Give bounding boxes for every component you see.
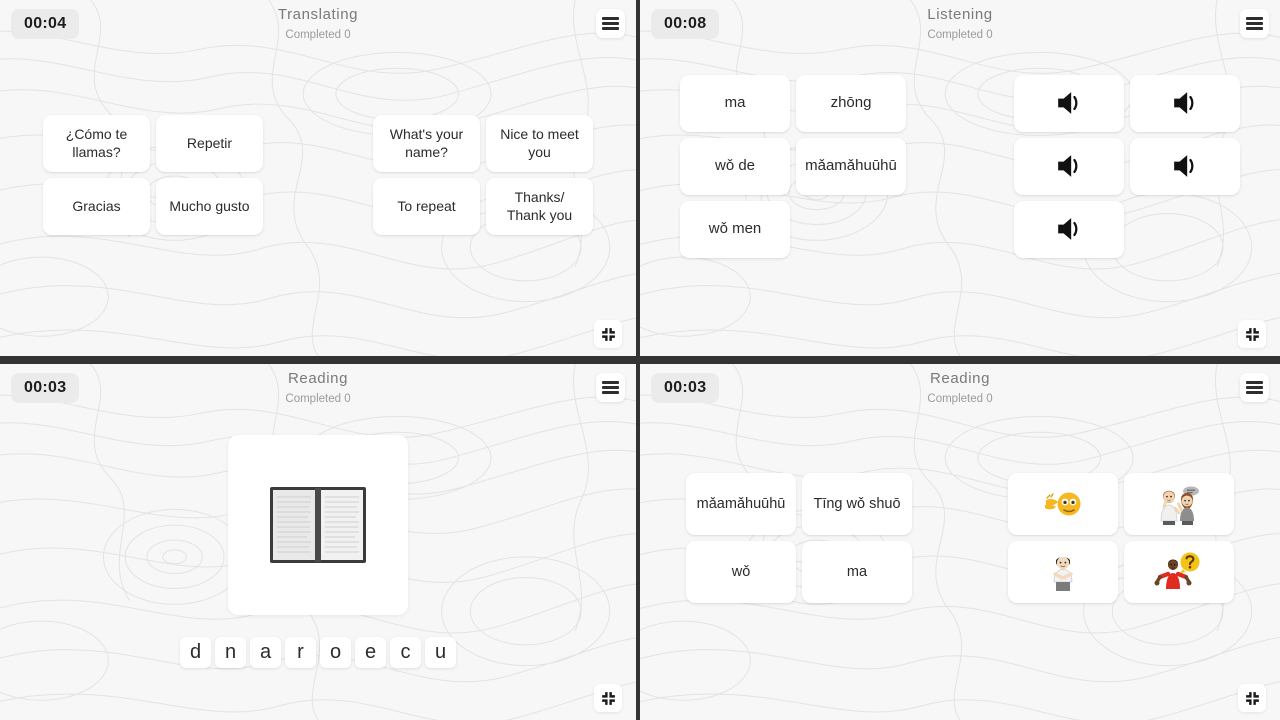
two-women-talking-emoji	[1160, 486, 1199, 525]
audio-card[interactable]	[1130, 74, 1240, 132]
word-card[interactable]: mǎamǎhuūhū	[686, 473, 796, 535]
picture-card[interactable]	[1008, 541, 1118, 603]
hamburger-menu-icon	[602, 378, 619, 396]
audio-card[interactable]	[1130, 137, 1240, 195]
timer-display: 00:03	[11, 373, 80, 403]
word-card[interactable]: Nice to meet you	[486, 115, 593, 172]
column-audio-b	[1130, 74, 1240, 258]
column-pinyin-a: ma wǒ de wǒ men	[680, 74, 790, 258]
speaker-icon	[1057, 154, 1078, 178]
column-pinyin-a: mǎamǎhuūhū wǒ	[686, 473, 796, 603]
hamburger-menu-icon	[602, 14, 619, 32]
audio-card[interactable]	[1014, 200, 1124, 258]
word-card[interactable]: wǒ	[686, 541, 796, 603]
word-card[interactable]: What's your name?	[373, 115, 480, 172]
hear-with-hand-emoji	[1045, 492, 1081, 516]
right-card-group	[1014, 74, 1240, 258]
picture-card[interactable]	[1124, 541, 1234, 603]
letter-tile[interactable]: o	[320, 636, 351, 668]
matching-board: mǎamǎhuūhū wǒ Tīng wǒ shuō ma	[640, 364, 1280, 720]
letter-tile[interactable]: r	[285, 636, 316, 668]
timer-display: 00:08	[651, 9, 720, 39]
exit-fullscreen-icon	[601, 327, 615, 341]
prompt-image-card[interactable]	[228, 434, 408, 615]
word-card[interactable]: To repeat	[373, 178, 480, 235]
panel-reading-anagram: 00:03 Reading Completed 0 d n a r o e c …	[0, 364, 636, 720]
word-card[interactable]: Thanks/ Thank you	[486, 178, 593, 235]
letter-tile[interactable]: c	[390, 636, 421, 668]
column-picture-b	[1124, 473, 1234, 603]
word-card[interactable]: wǒ men	[680, 200, 790, 258]
left-card-group: ¿Cómo te llamas? Gracias Repetir Mucho g…	[43, 115, 263, 235]
word-card[interactable]: ma	[802, 541, 912, 603]
anagram-puzzle: d n a r o e c u	[0, 364, 636, 720]
column-pinyin-b: zhōng mǎamǎhuūhū	[796, 74, 906, 258]
letter-tile[interactable]: n	[215, 636, 246, 668]
matching-board: ¿Cómo te llamas? Gracias Repetir Mucho g…	[0, 0, 636, 356]
timer-display: 00:04	[11, 9, 80, 39]
self-pointing-person-emoji	[1053, 556, 1073, 591]
open-book-icon	[269, 486, 367, 563]
timer-display: 00:03	[651, 373, 720, 403]
word-card[interactable]: Mucho gusto	[156, 178, 263, 235]
panel-translating: 00:04 Translating Completed 0 ¿Cómo te l…	[0, 0, 636, 356]
exit-fullscreen-button[interactable]	[594, 684, 622, 712]
left-card-group: ma wǒ de wǒ men zhōng mǎamǎhuūhū	[680, 74, 906, 258]
left-card-group: mǎamǎhuūhū wǒ Tīng wǒ shuō ma	[686, 473, 912, 603]
column-pinyin-b: Tīng wǒ shuō ma	[802, 473, 912, 603]
menu-button[interactable]	[1240, 373, 1269, 402]
letter-tile-row: d n a r o e c u	[180, 636, 456, 668]
speaker-icon	[1057, 217, 1078, 241]
exit-fullscreen-icon	[601, 691, 615, 705]
panel-reading-pictures: 00:03 Reading Completed 0 mǎamǎhuūhū wǒ	[640, 364, 1280, 720]
exit-fullscreen-button[interactable]	[594, 320, 622, 348]
right-card-group	[1008, 473, 1234, 603]
audio-card[interactable]	[1014, 137, 1124, 195]
word-card[interactable]: Gracias	[43, 178, 150, 235]
column-picture-a	[1008, 473, 1118, 603]
hamburger-menu-icon	[1246, 378, 1263, 396]
column-target-a: What's your name? To repeat	[373, 115, 480, 235]
four-panel-game-grid: 00:04 Translating Completed 0 ¿Cómo te l…	[0, 0, 1280, 720]
letter-tile[interactable]: e	[355, 636, 386, 668]
word-card[interactable]: wǒ de	[680, 137, 790, 195]
exit-fullscreen-button[interactable]	[1238, 320, 1266, 348]
exit-fullscreen-icon	[1245, 327, 1259, 341]
column-source-b: Repetir Mucho gusto	[156, 115, 263, 235]
word-card[interactable]: mǎamǎhuūhū	[796, 137, 906, 195]
word-card[interactable]: zhōng	[796, 74, 906, 132]
word-card[interactable]: Repetir	[156, 115, 263, 172]
letter-tile[interactable]: a	[250, 636, 281, 668]
picture-card[interactable]	[1008, 473, 1118, 535]
speaker-icon	[1173, 91, 1194, 115]
word-card[interactable]: ¿Cómo te llamas?	[43, 115, 150, 172]
matching-board: ma wǒ de wǒ men zhōng mǎamǎhuūhū	[640, 0, 1280, 356]
speaker-icon	[1057, 91, 1078, 115]
column-target-b: Nice to meet you Thanks/ Thank you	[486, 115, 593, 235]
word-card[interactable]: Tīng wǒ shuō	[802, 473, 912, 535]
column-source-a: ¿Cómo te llamas? Gracias	[43, 115, 150, 235]
menu-button[interactable]	[596, 373, 625, 402]
column-audio-a	[1014, 74, 1124, 258]
person-shrugging-question-emoji	[1154, 552, 1200, 589]
letter-tile[interactable]: d	[180, 636, 211, 668]
exit-fullscreen-icon	[1245, 691, 1259, 705]
panel-listening: 00:08 Listening Completed 0 ma wǒ de wǒ …	[640, 0, 1280, 356]
word-card[interactable]: ma	[680, 74, 790, 132]
audio-card[interactable]	[1014, 74, 1124, 132]
menu-button[interactable]	[1240, 9, 1269, 38]
exit-fullscreen-button[interactable]	[1238, 684, 1266, 712]
right-card-group: What's your name? To repeat Nice to meet…	[373, 115, 593, 235]
panel-divider-horizontal	[0, 356, 1280, 364]
picture-card[interactable]	[1124, 473, 1234, 535]
letter-tile[interactable]: u	[425, 636, 456, 668]
hamburger-menu-icon	[1246, 14, 1263, 32]
menu-button[interactable]	[596, 9, 625, 38]
speaker-icon	[1173, 154, 1194, 178]
